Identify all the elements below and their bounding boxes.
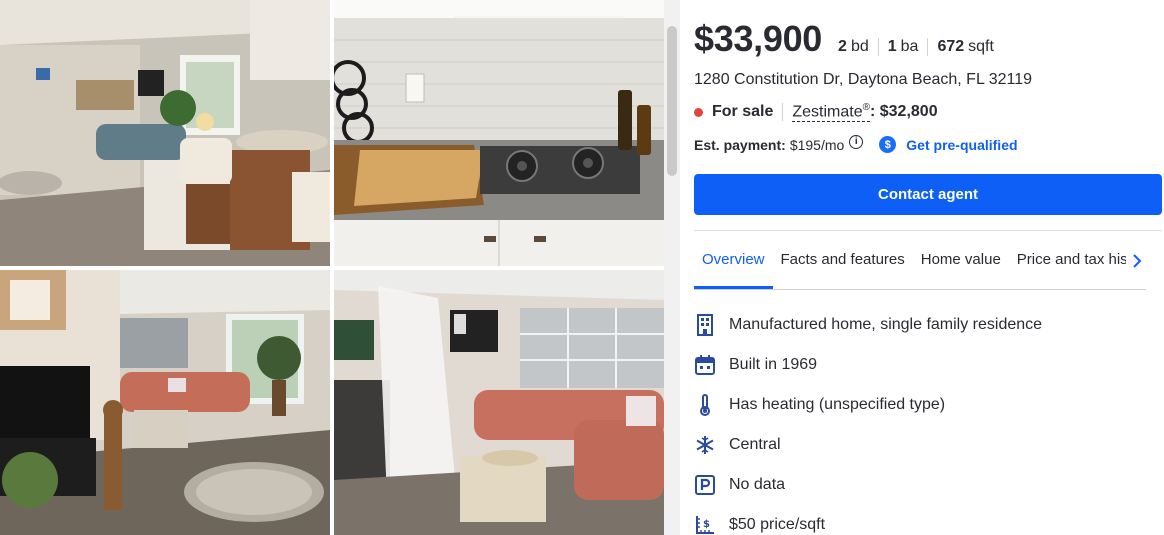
status-dot-icon [694,107,703,117]
price-per-sqft-icon: $ [694,514,716,535]
svg-text:$: $ [703,519,710,530]
payment-value: $195/mo [789,136,845,153]
listing-page: $33,900 2 bd 1 ba 672 sqft 1280 Constitu… [0,0,1164,535]
bed-bath-sqft: 2 bd 1 ba 672 sqft [838,38,994,56]
chevron-right-icon[interactable] [1126,248,1148,274]
info-icon[interactable]: i [849,134,864,149]
zestimate-link[interactable]: Zestimate® [792,102,870,123]
detail-tabs: Overview Facts and features Home value P… [694,240,1146,290]
feature-text: No data [729,476,786,493]
contact-agent-button[interactable]: Contact agent [694,174,1162,215]
listing-photo-4[interactable] [334,270,664,535]
get-pre-qualified-link[interactable]: Get pre-qualified [906,137,1017,153]
tab-home-value[interactable]: Home value [913,240,1009,289]
status-label: For sale [712,103,774,121]
status-divider [782,103,784,122]
listing-photo-2[interactable] [334,0,664,266]
beds: 2 bd [838,38,869,56]
baths: 1 ba [888,38,919,56]
payment-row: Est. payment: $195/mo i $ Get pre-qualif… [694,134,1018,153]
listing-details: $33,900 2 bd 1 ba 672 sqft 1280 Constitu… [694,0,1164,535]
sqft-value: 672 [937,38,965,55]
sqft: 672 sqft [937,38,994,56]
feature-text: Built in 1969 [729,356,818,373]
feature-text: $50 price/sqft [729,516,826,533]
beds-value: 2 [838,38,847,55]
feature-item: Manufactured home, single family residen… [694,305,1042,345]
feature-text: Has heating (unspecified type) [729,396,946,413]
feature-item: Built in 1969 [694,345,1042,385]
fact-divider [877,38,879,56]
tab-facts-and-features[interactable]: Facts and features [773,240,913,289]
dollar-icon: $ [879,136,897,153]
feature-item: Central [694,425,1042,465]
fact-divider [927,38,929,56]
sqft-unit: sqft [968,38,994,55]
building-icon [694,314,716,336]
listing-photo-1[interactable] [0,0,330,266]
tab-overview[interactable]: Overview [694,240,773,289]
status-row: For sale Zestimate® : $32,800 [694,102,938,123]
payment-label: Est. payment: [694,136,786,153]
snowflake-icon [694,434,716,456]
feature-list: Manufactured home, single family residen… [694,305,1042,535]
tabs-underline [694,289,1146,290]
calendar-icon [694,354,716,376]
zestimate-value: : $32,800 [869,103,938,121]
registered-mark: ® [862,102,870,113]
beds-unit: bd [850,38,869,55]
listing-photo-3[interactable] [0,270,330,535]
thermometer-icon [694,394,716,416]
baths-value: 1 [887,38,897,55]
feature-item: $ $50 price/sqft [694,505,1042,535]
baths-unit: ba [900,38,919,55]
feature-text: Manufactured home, single family residen… [729,316,1043,333]
photo-scrollbar-thumb[interactable] [667,26,677,176]
zestimate-label: Zestimate [792,103,863,121]
price: $33,900 [694,18,823,59]
address: 1280 Constitution Dr, Daytona Beach, FL … [694,71,1032,88]
feature-text: Central [729,436,781,453]
photo-grid [0,0,664,535]
feature-item: No data [694,465,1042,505]
section-divider [694,230,1162,231]
price-summary: $33,900 2 bd 1 ba 672 sqft [694,18,994,60]
feature-item: Has heating (unspecified type) [694,385,1042,425]
parking-icon [694,474,716,496]
